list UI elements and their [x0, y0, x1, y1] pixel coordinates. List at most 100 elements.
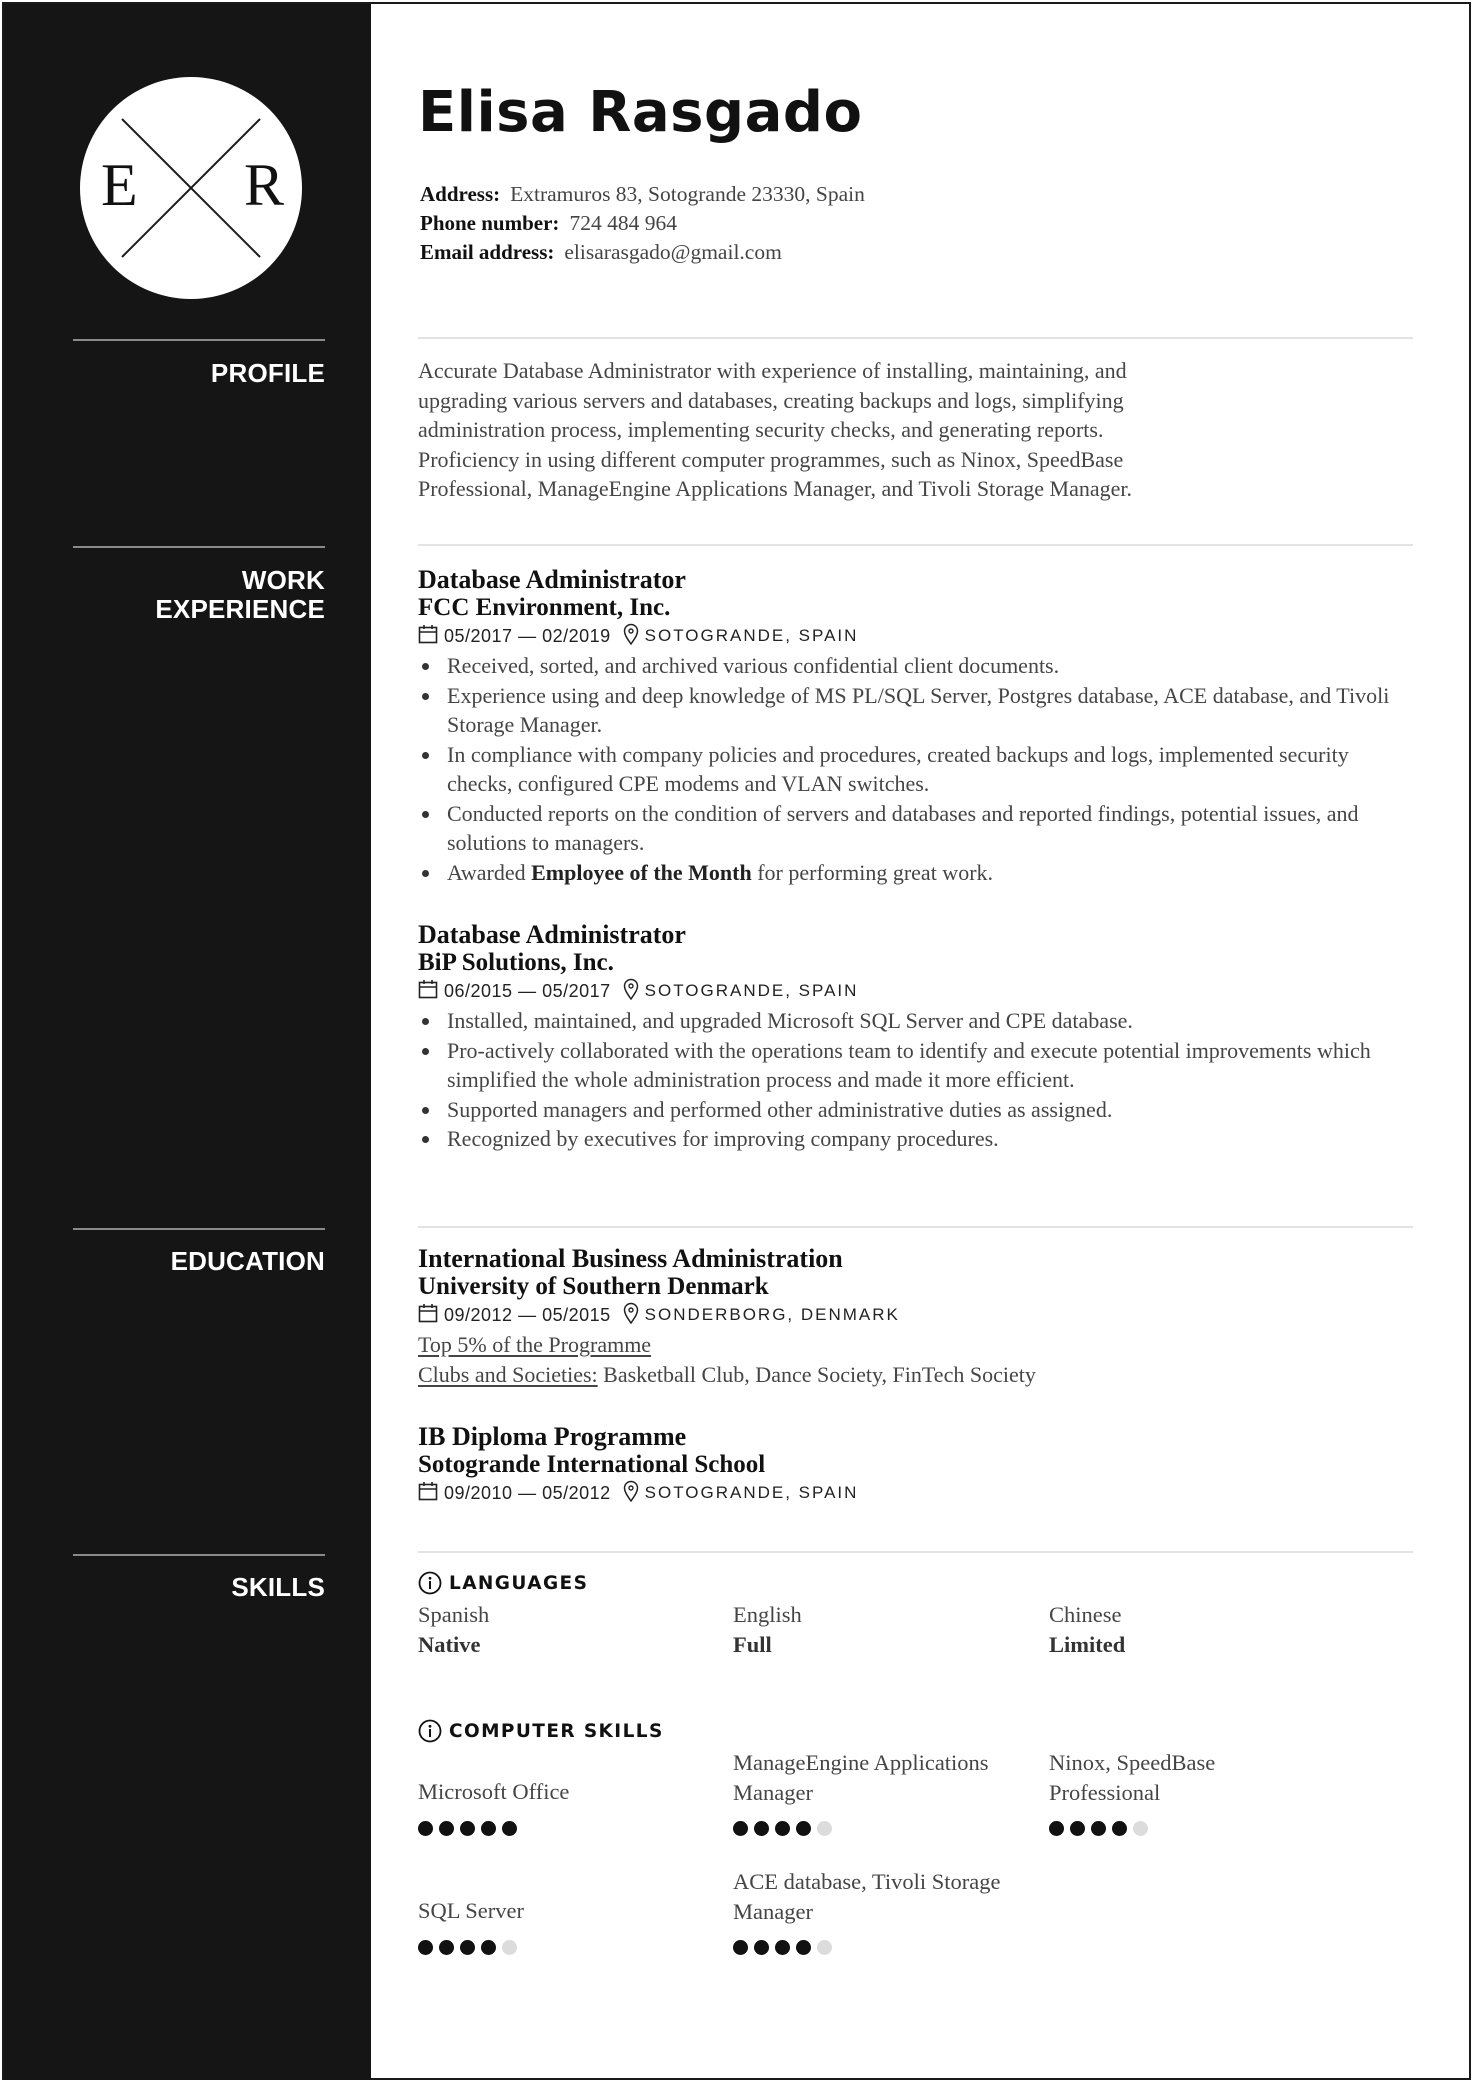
job-company: BiP Solutions, Inc.: [418, 949, 614, 976]
job-meta: 06/2015 — 05/2017 SOTOGRANDE, SPAIN: [418, 976, 1398, 1006]
skill-rating: [418, 1939, 718, 1955]
language-name: Chinese: [1049, 1602, 1122, 1627]
profile-line: administration process, implementing sec…: [418, 417, 1104, 442]
section-divider: [418, 337, 1413, 339]
education-location: SONDERBORG, DENMARK: [644, 1305, 900, 1324]
school-name: University of Southern Denmark: [418, 1273, 769, 1300]
rating-dot-filled: [1091, 1821, 1106, 1836]
rating-dot-filled: [796, 1821, 811, 1836]
honor-text: Top 5% of the Programme: [418, 1332, 652, 1357]
bullet-item: Installed, maintained, and upgraded Micr…: [418, 1006, 1398, 1036]
degree-title: International Business Administration: [418, 1244, 843, 1273]
contact-address: Address: Extramuros 83, Sotogrande 23330,…: [420, 180, 865, 210]
bullet-item: Recognized by executives for improving c…: [418, 1124, 1398, 1154]
location-pin-icon: [623, 1302, 639, 1329]
rating-dot-filled: [439, 1939, 454, 1955]
education-meta: 09/2010 — 05/2012 SOTOGRANDE, SPAIN: [418, 1478, 1398, 1508]
skill-rating: [733, 1940, 1038, 1955]
job-location: SOTOGRANDE, SPAIN: [644, 981, 859, 1000]
skill-item: Ninox, SpeedBase Professional: [1049, 1748, 1259, 1836]
job-dates: 06/2015 — 05/2017: [444, 980, 611, 1001]
contact-value[interactable]: elisarasgado@gmail.com: [564, 240, 781, 264]
rating-dot-filled: [460, 1820, 475, 1836]
rating-dot-filled: [1070, 1821, 1085, 1836]
skill-rating: [733, 1821, 1038, 1836]
rating-dot-filled: [418, 1939, 433, 1955]
job-dates: 05/2017 — 02/2019: [444, 625, 611, 646]
profile-line: upgrading various servers and databases,…: [418, 387, 1124, 413]
education-dates: 09/2010 — 05/2012: [444, 1482, 611, 1503]
education-honor: Top 5% of the Programme: [418, 1330, 1398, 1360]
rating-dot-filled: [733, 1940, 748, 1955]
info-icon: [418, 1571, 442, 1595]
rating-dot-filled: [418, 1820, 433, 1836]
computer-skills-heading: COMPUTER SKILLS: [418, 1719, 664, 1743]
candidate-name: Elisa Rasgado: [418, 80, 863, 145]
language-level: Full: [733, 1631, 772, 1657]
contact-label: Address:: [420, 182, 501, 206]
rating-dot-filled: [796, 1940, 811, 1955]
job-title: Database Administrator: [418, 565, 686, 594]
work-entry: Database Administrator BiP Solutions, In…: [418, 920, 1398, 1154]
contact-label: Email address:: [420, 240, 555, 264]
language-item: Chinese Limited: [1049, 1600, 1349, 1659]
main-content: Elisa Rasgado Address: Extramuros 83, Sot…: [0, 0, 1470, 2076]
profile-line: Proficiency in using different computer …: [418, 446, 1124, 472]
education-entry: IB Diploma Programme Sotogrande Internat…: [418, 1422, 1398, 1508]
education-clubs: Clubs and Societies: Basketball Club, Da…: [418, 1360, 1398, 1390]
skill-item: SQL Server: [418, 1896, 718, 1955]
language-item: Spanish Native: [418, 1600, 718, 1659]
profile-line: Accurate Database Administrator with exp…: [418, 358, 1127, 383]
location-pin-icon: [623, 1480, 639, 1507]
section-divider: [418, 1226, 1413, 1228]
contact-label: Phone number:: [420, 211, 560, 235]
rating-dot-filled: [775, 1821, 790, 1836]
education-entry: International Business Administration Un…: [418, 1244, 1398, 1389]
skill-rating: [1049, 1821, 1259, 1836]
bullet-item: Supported managers and performed other a…: [418, 1095, 1398, 1125]
bullet-item: Experience using and deep knowledge of M…: [418, 681, 1398, 740]
bullet-item: Conducted reports on the condition of se…: [418, 799, 1398, 858]
rating-dot-filled: [775, 1940, 790, 1955]
rating-dot-filled: [481, 1820, 496, 1836]
calendar-icon: [418, 1481, 438, 1506]
section-divider: [418, 1551, 1413, 1553]
location-pin-icon: [623, 978, 639, 1005]
rating-dot-filled: [733, 1821, 748, 1836]
rating-dot-filled: [1049, 1821, 1064, 1836]
skill-name: ManageEngine Applications Manager: [733, 1750, 989, 1805]
language-level: Native: [418, 1631, 481, 1657]
computer-skills-heading-text: COMPUTER SKILLS: [449, 1720, 664, 1742]
location-pin-icon: [623, 623, 639, 650]
skill-name: ACE database, Tivoli Storage Manager: [733, 1869, 1001, 1924]
education-meta: 09/2012 — 05/2015 SONDERBORG, DENMARK: [418, 1300, 1398, 1330]
rating-dot-filled: [754, 1940, 769, 1955]
job-location: SOTOGRANDE, SPAIN: [644, 626, 859, 645]
info-icon: [418, 1719, 442, 1743]
language-item: English Full: [733, 1600, 1033, 1659]
language-name: English: [733, 1602, 802, 1627]
contact-phone: Phone number: 724 484 964: [420, 209, 677, 239]
profile-summary: Accurate Database Administrator with exp…: [418, 356, 1378, 504]
skill-item: ACE database, Tivoli Storage Manager: [733, 1867, 1038, 1955]
contact-value: 724 484 964: [569, 211, 677, 235]
job-company: FCC Environment, Inc.: [418, 594, 671, 621]
bullet-highlight: Employee of the Month: [531, 859, 752, 885]
education-location: SOTOGRANDE, SPAIN: [644, 1483, 859, 1502]
languages-heading: LANGUAGES: [418, 1571, 588, 1595]
language-name: Spanish: [418, 1602, 490, 1627]
contact-value: Extramuros 83, Sotogrande 23330, Spain: [510, 182, 865, 206]
calendar-icon: [418, 624, 438, 649]
rating-dot-filled: [439, 1820, 454, 1836]
skill-rating: [418, 1820, 718, 1836]
rating-dot-empty: [817, 1940, 832, 1955]
rating-dot-empty: [1133, 1821, 1148, 1836]
rating-dot-filled: [502, 1820, 517, 1836]
rating-dot-filled: [481, 1939, 496, 1955]
clubs-label: Clubs and Societies:: [418, 1361, 598, 1387]
skill-item: ManageEngine Applications Manager: [733, 1748, 1038, 1836]
job-bullets: Received, sorted, and archived various c…: [418, 651, 1398, 887]
school-name: Sotogrande International School: [418, 1451, 766, 1478]
calendar-icon: [418, 1303, 438, 1328]
job-title: Database Administrator: [418, 920, 686, 949]
